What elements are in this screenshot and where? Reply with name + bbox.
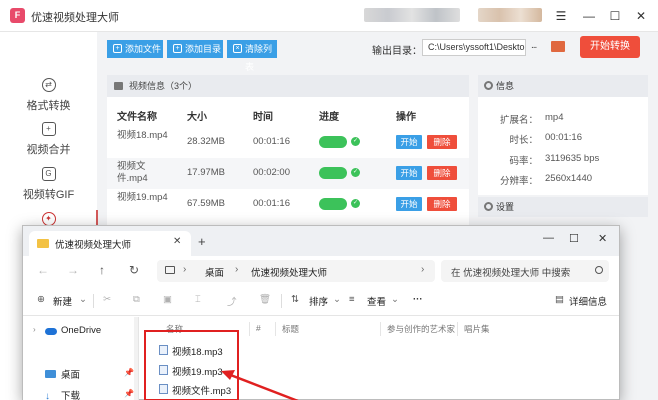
convert-icon: ⇄ (41, 78, 56, 92)
merge-icon: + (41, 122, 56, 136)
file-duration: 00:01:16 (253, 198, 290, 209)
progress-bar (319, 136, 347, 148)
column-size: 大小 (187, 112, 207, 123)
arrow-shaft (227, 372, 299, 400)
app-titlebar: F 优速视频处理大师 ☰ — ☐ ✕ (0, 0, 658, 32)
sidebar-item-label: 格式转换 (26, 100, 71, 112)
info-value: 3119635 bps (545, 153, 600, 164)
delete-button[interactable]: 删除 (427, 166, 457, 180)
info-panel: 信息 扩展名： mp4 时长： 00:01:16 码率： 3119635 bps… (478, 75, 648, 195)
start-button[interactable]: 开始 (396, 166, 422, 180)
column-time: 时间 (253, 112, 273, 123)
info-header: 信息 (478, 75, 648, 97)
delete-button[interactable]: 删除 (427, 197, 457, 211)
info-title: 信息 (496, 81, 515, 91)
sidebar-item-format-convert[interactable]: ⇄ 格式转换 (0, 78, 97, 113)
open-folder-icon[interactable] (551, 41, 565, 52)
minimize-button[interactable]: — (578, 6, 600, 26)
gif-icon: G (41, 167, 56, 181)
table-row[interactable]: 视频文件.mp4 17.97MB 00:02:00 ✓ 开始 删除 (107, 158, 469, 189)
info-key: 码率： (509, 156, 538, 167)
app-title: 优速视频处理大师 (31, 12, 119, 24)
maximize-button[interactable]: ☐ (604, 6, 626, 26)
file-duration: 00:01:16 (253, 136, 290, 147)
blurred-avatar (478, 8, 542, 22)
sidebar-item-label: 视频转GIF (22, 189, 75, 201)
column-progress: 进度 (319, 112, 339, 123)
file-explorer-window: 优速视频处理大师 ✕ + — ☐ ✕ ← → ↑ ↻ › 桌面 › 优速视频处理… (22, 225, 620, 400)
check-icon: ✓ (351, 199, 360, 208)
app-logo-icon: F (10, 8, 25, 23)
start-button[interactable]: 开始 (396, 135, 422, 149)
check-icon: ✓ (351, 137, 360, 146)
sidebar-item-video-merge[interactable]: + 视频合并 (0, 122, 97, 157)
table-row[interactable]: 视频19.mp4 67.59MB 00:01:16 ✓ 开始 删除 (107, 189, 469, 220)
check-icon: ✓ (351, 168, 360, 177)
delete-button[interactable]: 删除 (427, 135, 457, 149)
add-file-icon: + (113, 44, 122, 53)
gear-icon (484, 202, 493, 211)
file-size: 28.32MB (187, 136, 226, 147)
info-value: mp4 (545, 112, 564, 123)
tools-icon: ✦ (41, 212, 56, 226)
trash-icon: × (233, 44, 242, 53)
settings-title: 设置 (496, 202, 515, 212)
sidebar-item-label: 视频合并 (26, 144, 71, 156)
annotation-arrow (221, 370, 299, 400)
progress-bar (319, 198, 347, 210)
clear-list-button[interactable]: × 清除列表 (227, 40, 277, 72)
blurred-user-info (364, 8, 460, 22)
column-filename: 文件名称 (117, 112, 157, 123)
start-convert-button[interactable]: 开始转换 (580, 36, 640, 58)
add-directory-label: 添加目录 (185, 44, 222, 54)
browse-button[interactable]: ... (531, 40, 537, 51)
sidebar-item-video-to-gif[interactable]: G 视频转GIF (0, 167, 97, 202)
output-dir-field[interactable]: C:\Users\yssoft1\Deskto (422, 39, 526, 56)
add-file-button[interactable]: + 添加文件 (107, 40, 163, 58)
info-key: 时长： (509, 135, 538, 146)
add-directory-button[interactable]: + 添加目录 (167, 40, 223, 58)
clear-list-label: 清除列表 (245, 44, 273, 72)
start-button[interactable]: 开始 (396, 197, 422, 211)
close-button[interactable]: ✕ (630, 6, 652, 26)
settings-header[interactable]: 设置 (478, 197, 648, 217)
file-list-panel: 视频信息（3个） 文件名称 大小 时间 进度 操作 视频18.mp4 28.32… (107, 75, 469, 225)
output-dir-label: 输出目录： (372, 46, 422, 57)
file-name: 视频文件.mp4 (117, 161, 148, 184)
info-value: 00:01:16 (545, 132, 582, 143)
column-actions: 操作 (396, 112, 416, 123)
file-duration: 00:02:00 (253, 167, 290, 178)
file-size: 17.97MB (187, 167, 226, 178)
file-size: 67.59MB (187, 198, 226, 209)
video-info-icon (114, 82, 123, 90)
file-name: 视频18.mp4 (117, 130, 168, 141)
file-list-header: 视频信息（3个） (107, 75, 469, 97)
menu-icon[interactable]: ☰ (550, 6, 572, 26)
add-folder-icon: + (173, 44, 182, 53)
info-key: 分辨率： (499, 176, 538, 187)
progress-bar (319, 167, 347, 179)
gear-icon (484, 81, 493, 90)
info-value: 2560x1440 (545, 173, 593, 184)
info-key: 扩展名： (499, 115, 538, 126)
file-list-title: 视频信息（3个） (129, 81, 198, 91)
file-name: 视频19.mp4 (117, 192, 168, 203)
table-row[interactable]: 视频18.mp4 28.32MB 00:01:16 ✓ 开始 删除 (107, 127, 469, 158)
add-file-label: 添加文件 (125, 44, 162, 54)
